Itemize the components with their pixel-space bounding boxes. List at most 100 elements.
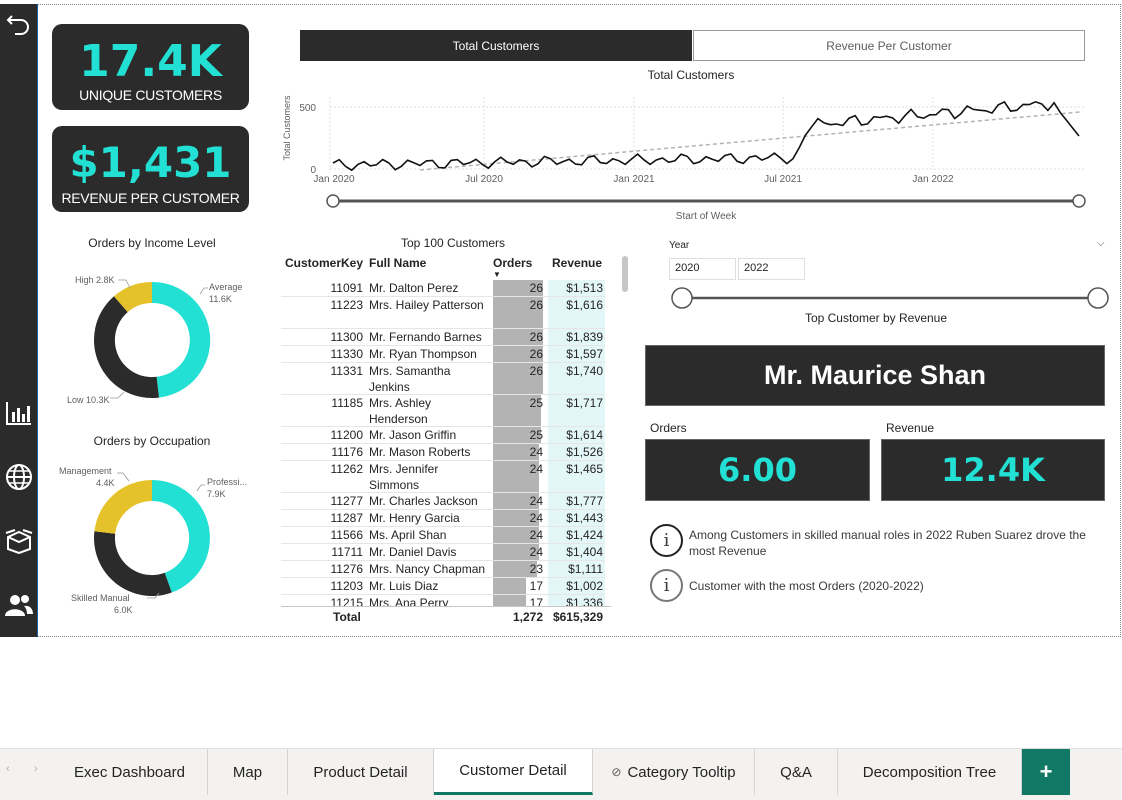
table-row[interactable]: 11711 Mr. Daniel Davis 24 $1,404 xyxy=(281,544,605,561)
income-average-slice[interactable] xyxy=(152,281,211,398)
year-range-slider[interactable] xyxy=(668,286,1114,310)
top-customers-table: CustomerKey Full Name Orders ▼ Revenue 1… xyxy=(281,254,628,628)
revenue-per-customer-card: $1,431 REVENUE PER CUSTOMER xyxy=(52,126,249,212)
back-arrow-icon[interactable] xyxy=(4,8,34,38)
table-row[interactable]: 11200 Mr. Jason Griffin 25 $1,614 xyxy=(281,427,605,444)
top-customer-card: Mr. Maurice Shan xyxy=(645,345,1105,406)
add-page-button[interactable]: + xyxy=(1022,749,1070,795)
globe-icon[interactable] xyxy=(4,462,34,492)
orders-cell: 26 xyxy=(529,281,543,295)
revenue-cell: $1,717 xyxy=(566,396,603,410)
income-donut-chart: High 2.8K Average 11.6K Low 10.3K xyxy=(67,275,242,405)
table-row[interactable]: 11287 Mr. Henry Garcia 24 $1,443 xyxy=(281,510,605,527)
revenue-cell: $1,465 xyxy=(566,462,603,476)
customer-key-cell: 11276 xyxy=(330,562,363,576)
table-row[interactable]: 11176 Mr. Mason Roberts 24 $1,526 xyxy=(281,444,605,461)
trend-line xyxy=(419,111,1081,171)
total-customers-toggle[interactable]: Total Customers xyxy=(300,30,692,61)
tab-customer-detail[interactable]: Customer Detail xyxy=(434,749,593,795)
tab-product-detail[interactable]: Product Detail xyxy=(288,749,434,795)
unique-customers-card: 17.4K UNIQUE CUSTOMERS xyxy=(52,24,249,110)
orders-cell: 23 xyxy=(529,562,543,576)
tab-qa[interactable]: Q&A xyxy=(755,749,838,795)
year-slider-end-handle[interactable] xyxy=(1087,287,1109,309)
orders-cell: 26 xyxy=(529,364,543,378)
table-row[interactable]: 11331 Mrs. Samantha Jenkins 26 $1,740 xyxy=(281,363,605,395)
table-row[interactable]: 11300 Mr. Fernando Barnes 26 $1,839 xyxy=(281,329,605,346)
info-skilled-manual[interactable]: i Among Customers in skilled manual role… xyxy=(650,524,1110,560)
revenue-label: Revenue xyxy=(886,421,935,435)
people-icon[interactable] xyxy=(4,590,34,620)
full-name-cell: Mr. Mason Roberts xyxy=(369,445,471,459)
box-icon[interactable] xyxy=(4,526,34,556)
income-donut-title: Orders by Income Level xyxy=(88,236,216,250)
year-slider-start-handle[interactable] xyxy=(671,287,693,309)
full-name-cell: Mrs. Ashley Henderson xyxy=(369,396,432,426)
table-row[interactable]: 11276 Mrs. Nancy Chapman 23 $1,111 xyxy=(281,561,605,578)
revenue-cell: $1,443 xyxy=(566,511,603,525)
x-tick-jan-2022: Jan 2022 xyxy=(912,174,954,185)
revenue-cell: $1,740 xyxy=(566,364,603,378)
hidden-eye-icon: ⊘ xyxy=(611,765,622,779)
table-scrollbar[interactable] xyxy=(622,256,628,292)
report-canvas: 17.4K UNIQUE CUSTOMERS $1,431 REVENUE PE… xyxy=(0,0,1122,800)
table-row[interactable]: 11091 Mr. Dalton Perez 26 $1,513 xyxy=(281,280,605,297)
table-row[interactable]: 11566 Ms. April Shan 24 $1,424 xyxy=(281,527,605,544)
total-orders: 1,272 xyxy=(512,610,543,624)
income-low-slice[interactable] xyxy=(93,296,159,399)
orders-cell: 26 xyxy=(529,347,543,361)
col-header-orders[interactable]: Orders xyxy=(493,256,532,270)
orders-cell: 17 xyxy=(529,596,543,606)
revenue-cell: $1,616 xyxy=(566,298,603,312)
table-row[interactable]: 11203 Mr. Luis Diaz 17 $1,002 xyxy=(281,578,605,595)
customer-key-cell: 11262 xyxy=(330,462,363,476)
table-row[interactable]: 11185 Mrs. Ashley Henderson 25 $1,717 xyxy=(281,395,605,427)
tab-exec-dashboard[interactable]: Exec Dashboard xyxy=(52,749,208,795)
table-row[interactable]: 11223 Mrs. Hailey Patterson 26 $1,616 xyxy=(281,297,605,329)
orders-label: Orders xyxy=(650,421,687,435)
table-row[interactable]: 11330 Mr. Ryan Thompson 26 $1,597 xyxy=(281,346,605,363)
customer-key-cell: 11566 xyxy=(330,528,363,542)
tab-map[interactable]: Map xyxy=(208,749,288,795)
unique-customers-label: UNIQUE CUSTOMERS xyxy=(79,87,222,103)
info-most-orders[interactable]: i Customer with the most Orders (2020-20… xyxy=(650,569,1110,603)
bar-chart-icon[interactable] xyxy=(4,398,34,428)
revenue-per-customer-toggle[interactable]: Revenue Per Customer xyxy=(693,30,1085,61)
occupation-skilled-manual-slice[interactable] xyxy=(94,531,172,596)
info-text: Among Customers in skilled manual roles … xyxy=(689,528,1086,558)
col-header-customerkey[interactable]: CustomerKey xyxy=(285,256,363,270)
x-tick-jan-2020: Jan 2020 xyxy=(313,174,355,185)
revenue-cell: $1,777 xyxy=(566,494,603,508)
occupation-management-label: Management xyxy=(59,466,112,476)
tab-decomposition-tree[interactable]: Decomposition Tree xyxy=(838,749,1022,795)
revenue-card: 12.4K xyxy=(881,439,1105,501)
table-row[interactable]: 11215 Mrs. Ana Perry 17 $1,336 xyxy=(281,595,605,606)
occupation-management-slice[interactable] xyxy=(94,480,152,534)
orders-cell: 24 xyxy=(529,545,543,559)
col-header-revenue[interactable]: Revenue xyxy=(552,256,602,270)
orders-cell: 24 xyxy=(529,445,543,459)
occupation-management-value: 4.4K xyxy=(96,478,115,488)
revenue-cell: $1,002 xyxy=(566,579,603,593)
table-total-row: Total 1,272 $615,329 xyxy=(281,606,611,628)
full-name-cell: Mr. Charles Jackson xyxy=(369,494,478,508)
tab-category-tooltip[interactable]: ⊘ Category Tooltip xyxy=(593,749,755,795)
chevron-down-icon[interactable]: ⌵ xyxy=(1097,238,1105,249)
full-name-cell: Mr. Luis Diaz xyxy=(369,579,439,593)
occupation-donut-chart: Management 4.4K Professi... 7.9K Skilled… xyxy=(59,466,247,615)
date-range-end-handle[interactable] xyxy=(1072,194,1086,208)
year-to-input[interactable]: 2022 xyxy=(738,258,805,280)
full-name-cell: Mrs. Hailey Patterson xyxy=(369,298,484,312)
tab-scroll-right-icon[interactable]: › xyxy=(34,763,38,775)
year-from-input[interactable]: 2020 xyxy=(669,258,736,280)
date-range-start-handle[interactable] xyxy=(326,194,340,208)
table-row[interactable]: 11262 Mrs. Jennifer Simmons 24 $1,465 xyxy=(281,461,605,493)
top-customer-name: Mr. Maurice Shan xyxy=(763,360,987,390)
x-tick-jul-2020: Jul 2020 xyxy=(465,174,503,185)
col-header-fullname[interactable]: Full Name xyxy=(369,256,426,270)
page-tabs-bar: ‹ › Exec Dashboard Map Product Detail Cu… xyxy=(0,748,1122,800)
revenue-cell: $1,336 xyxy=(566,596,603,606)
table-row[interactable]: 11277 Mr. Charles Jackson 24 $1,777 xyxy=(281,493,605,510)
orders-cell: 25 xyxy=(529,428,543,442)
tab-scroll-left-icon[interactable]: ‹ xyxy=(6,763,10,775)
